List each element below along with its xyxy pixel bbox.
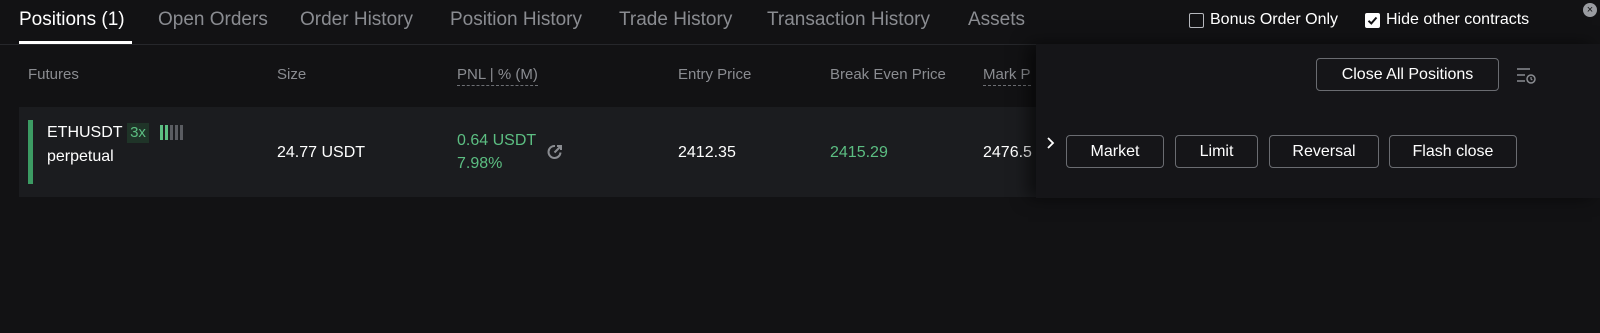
reversal-button[interactable]: Reversal <box>1269 135 1379 168</box>
long-side-indicator <box>28 120 33 184</box>
column-header-pnl[interactable]: PNL | % (M) <box>457 66 538 86</box>
contract-type: perpetual <box>47 148 114 165</box>
checkmark-icon <box>1367 16 1378 25</box>
column-header-entry-price: Entry Price <box>678 66 752 83</box>
bonus-order-only-label: Bonus Order Only <box>1210 11 1339 28</box>
flash-close-button[interactable]: Flash close <box>1389 135 1517 168</box>
leverage-badge[interactable]: 3x <box>127 123 149 143</box>
position-symbol[interactable]: ETHUSDT <box>47 124 123 142</box>
limit-close-button[interactable]: Limit <box>1175 135 1258 168</box>
share-icon[interactable] <box>546 143 564 161</box>
close-icon[interactable]: × <box>1583 3 1597 17</box>
tab-open-orders[interactable]: Open Orders <box>158 9 268 31</box>
column-header-break-even-price: Break Even Price <box>830 66 946 83</box>
bonus-order-only-toggle[interactable]: Bonus Order Only <box>1189 11 1338 29</box>
tab-assets[interactable]: Assets <box>968 9 1025 31</box>
tab-bar: Positions (1) Open Orders Order History … <box>0 0 1600 45</box>
pnl-percent: 7.98% <box>457 155 503 172</box>
tab-positions[interactable]: Positions (1) <box>19 9 125 31</box>
tab-trade-history[interactable]: Trade History <box>619 9 732 31</box>
break-even-price: 2415.29 <box>830 144 888 161</box>
active-tab-indicator <box>19 41 132 44</box>
risk-level-bars <box>160 125 183 140</box>
hide-other-contracts-label: Hide other contracts <box>1386 11 1530 28</box>
position-size: 24.77 USDT <box>277 144 366 161</box>
tab-transaction-history[interactable]: Transaction History <box>767 9 930 31</box>
position-row <box>19 107 1049 197</box>
column-settings-icon[interactable] <box>1516 66 1536 84</box>
chevron-right-icon[interactable] <box>1046 136 1056 150</box>
column-header-mark-price[interactable]: Mark P <box>983 66 1031 86</box>
column-header-size: Size <box>277 66 307 83</box>
market-close-button[interactable]: Market <box>1066 135 1164 168</box>
mark-price: 2476.5 <box>983 144 1032 161</box>
tab-position-history[interactable]: Position History <box>450 9 582 31</box>
close-all-positions-button[interactable]: Close All Positions <box>1316 58 1499 91</box>
entry-price: 2412.35 <box>678 144 736 161</box>
hide-other-contracts-toggle[interactable]: Hide other contracts <box>1365 11 1529 29</box>
pnl-value: 0.64 USDT <box>457 132 537 149</box>
position-actions-panel: Close All Positions Market Limit Reversa… <box>1036 44 1600 198</box>
column-header-futures: Futures <box>28 66 79 83</box>
tab-order-history[interactable]: Order History <box>300 9 413 31</box>
hide-other-contracts-checkbox[interactable] <box>1365 12 1380 28</box>
bonus-order-only-checkbox[interactable] <box>1189 12 1204 28</box>
